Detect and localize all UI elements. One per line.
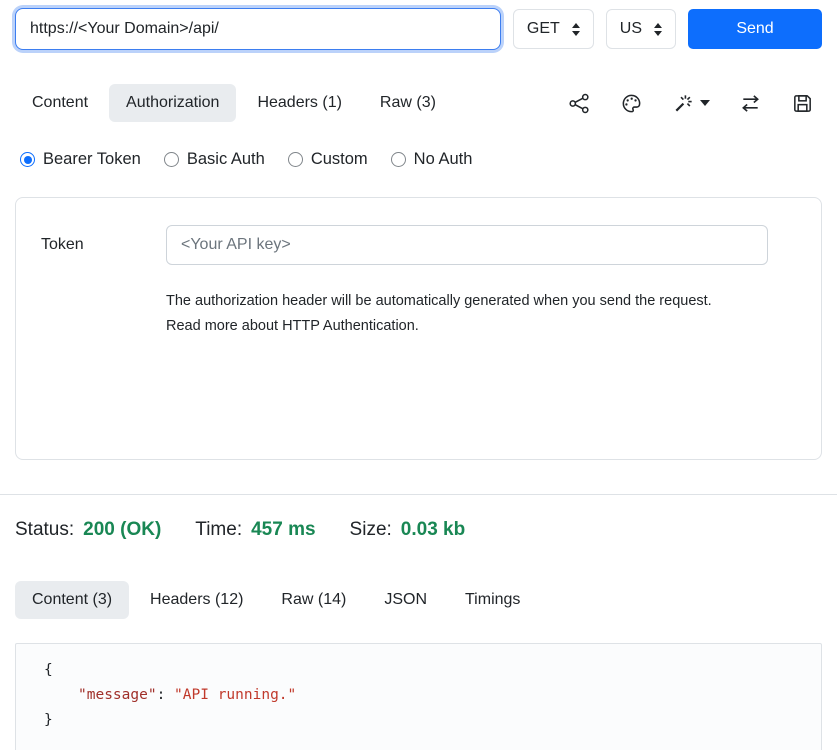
json-line: { <box>16 658 821 683</box>
time-value: 457 ms <box>251 519 315 541</box>
magic-wand-icon <box>672 92 695 115</box>
magic-wand-button[interactable] <box>672 92 710 115</box>
json-key: "message" <box>78 687 157 703</box>
toolbar-icons <box>568 92 822 115</box>
json-open-brace: { <box>44 662 53 678</box>
response-tabs: Content (3) Headers (12) Raw (14) JSON T… <box>0 541 837 619</box>
region-select-value: US <box>620 20 642 38</box>
response-tab-raw[interactable]: Raw (14) <box>264 581 363 619</box>
response-tab-content[interactable]: Content (3) <box>15 581 129 619</box>
response-tab-headers[interactable]: Headers (12) <box>133 581 260 619</box>
status-label: Status: <box>15 519 74 541</box>
radio-unchecked-icon <box>164 152 179 167</box>
time-pair: Time: 457 ms <box>195 519 315 541</box>
auth-option-basic-auth[interactable]: Basic Auth <box>164 150 265 169</box>
json-line: "message": "API running." <box>16 683 821 708</box>
auth-option-label: Custom <box>311 150 368 169</box>
send-button[interactable]: Send <box>688 9 822 49</box>
radio-checked-icon <box>20 152 35 167</box>
url-input[interactable] <box>15 8 501 50</box>
auth-option-label: Bearer Token <box>43 150 141 169</box>
tab-content[interactable]: Content <box>15 84 105 122</box>
auth-option-label: No Auth <box>414 150 473 169</box>
response-tab-timings[interactable]: Timings <box>448 581 537 619</box>
method-select[interactable]: GET <box>513 9 594 49</box>
json-separator: : <box>157 687 174 703</box>
up-down-arrows-icon <box>654 23 662 36</box>
radio-unchecked-icon <box>288 152 303 167</box>
share-nodes-icon[interactable] <box>568 92 591 115</box>
tab-authorization[interactable]: Authorization <box>109 84 236 122</box>
response-summary: Status: 200 (OK) Time: 457 ms Size: 0.03… <box>0 495 837 541</box>
region-select[interactable]: US <box>606 9 676 49</box>
tab-headers[interactable]: Headers (1) <box>240 84 358 122</box>
radio-unchecked-icon <box>391 152 406 167</box>
json-value: "API running." <box>174 687 296 703</box>
status-value: 200 (OK) <box>83 519 161 541</box>
auth-panel: Token The authorization header will be a… <box>15 197 822 460</box>
auth-option-custom[interactable]: Custom <box>288 150 368 169</box>
response-body: { "message": "API running." } <box>15 643 822 750</box>
auth-option-label: Basic Auth <box>187 150 265 169</box>
token-label: Token <box>41 236 166 254</box>
method-select-value: GET <box>527 20 560 38</box>
auth-help-text: The authorization header will be automat… <box>166 289 741 340</box>
auth-option-no-auth[interactable]: No Auth <box>391 150 473 169</box>
caret-down-icon <box>700 100 710 106</box>
up-down-arrows-icon <box>572 23 580 36</box>
response-tab-json[interactable]: JSON <box>367 581 444 619</box>
json-close-brace: } <box>44 712 53 728</box>
request-bar: GET US Send <box>0 0 837 50</box>
request-tabs: Content Authorization Headers (1) Raw (3… <box>0 50 837 122</box>
auth-type-options: Bearer Token Basic Auth Custom No Auth <box>0 122 837 169</box>
swap-arrows-icon[interactable] <box>739 92 762 115</box>
size-label: Size: <box>350 519 392 541</box>
tab-raw[interactable]: Raw (3) <box>363 84 453 122</box>
save-icon[interactable] <box>791 92 814 115</box>
token-input[interactable] <box>166 225 768 265</box>
auth-option-bearer-token[interactable]: Bearer Token <box>20 150 141 169</box>
size-value: 0.03 kb <box>401 519 465 541</box>
size-pair: Size: 0.03 kb <box>350 519 466 541</box>
time-label: Time: <box>195 519 242 541</box>
json-line: } <box>16 708 821 733</box>
status-pair: Status: 200 (OK) <box>15 519 161 541</box>
palette-icon[interactable] <box>620 92 643 115</box>
